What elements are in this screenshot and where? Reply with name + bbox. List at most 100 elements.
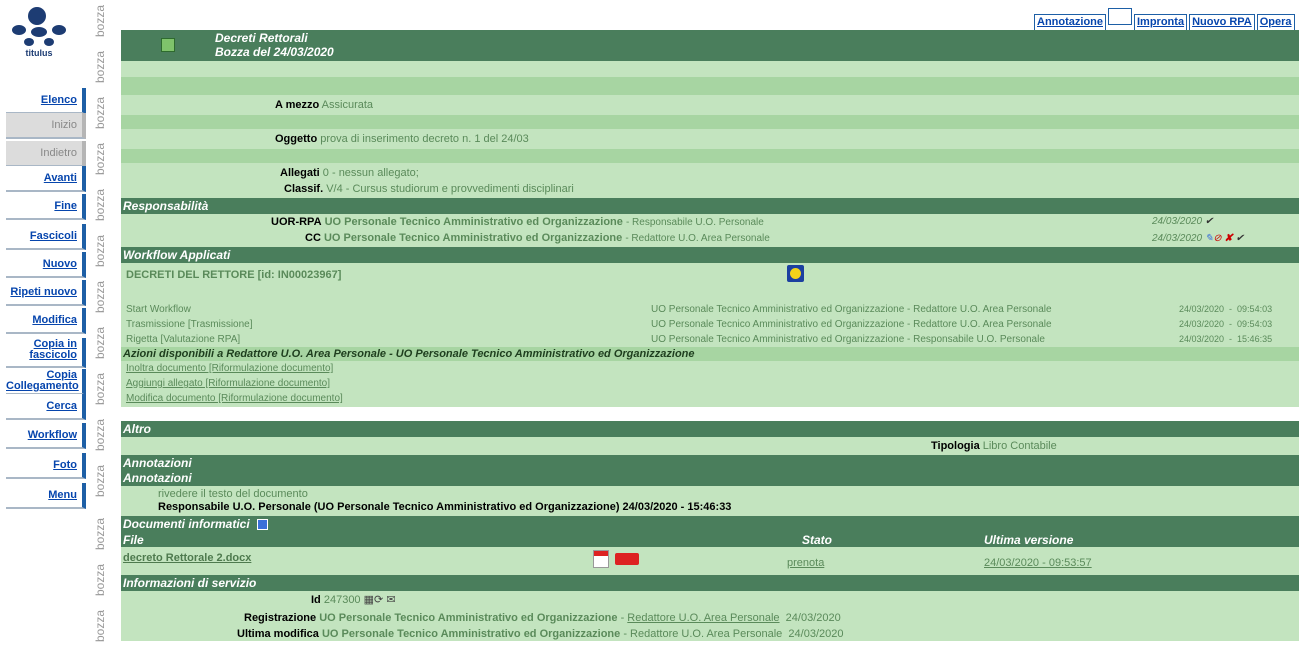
oggetto-label: Oggetto [275, 133, 318, 145]
documenti-header: Documenti informatici [121, 516, 1299, 533]
annotazione-author: Responsabile U.O. Personale (UO Personal… [158, 501, 732, 513]
step-time-text: 09:54:03 [1237, 304, 1273, 314]
documenti-title: Documenti informatici [123, 517, 250, 531]
step-name: Start Workflow [126, 304, 191, 315]
reg-role-link[interactable]: Redattore U.O. Area Personale [627, 612, 779, 624]
azione-link[interactable]: Aggiungi allegato [Riformulazione docume… [126, 376, 330, 391]
annotazioni-subheader: Annotazioni [121, 471, 1299, 486]
draft-watermark: bozza [93, 418, 107, 451]
nav-copia-collegamento[interactable]: Copia Collegamento [6, 369, 86, 395]
registrazione-row: Registrazione UO Personale Tecnico Ammin… [121, 609, 1299, 627]
date-text: 24/03/2020 [1152, 233, 1203, 244]
button-label: Annotazione [1037, 16, 1103, 28]
pdf-icon[interactable] [615, 553, 639, 565]
step-date-text: 24/03/2020 [1179, 304, 1225, 314]
azione-link[interactable]: Modifica documento [Riformulazione docum… [126, 391, 343, 406]
nav-label: Copia Collegamento [6, 369, 79, 392]
titulus-logo[interactable]: titulus [8, 6, 70, 66]
stato-link[interactable]: prenota [787, 557, 824, 569]
nav-fine[interactable]: Fine [6, 194, 86, 220]
nav-foto-originale[interactable]: Foto originale [6, 453, 86, 495]
nav-copia-in-fascicolo[interactable]: Copia in fascicolo [6, 338, 86, 368]
mod-role: - Redattore U.O. Area Personale [623, 628, 783, 640]
nav-elenco[interactable]: Elenco [6, 88, 86, 114]
history-icon[interactable]: ⟳ [374, 594, 383, 606]
nav-ripeti-nuovo[interactable]: Ripeti nuovo [6, 280, 86, 306]
document-type-icon [161, 38, 175, 52]
pen-icon[interactable]: ✎ [1205, 233, 1213, 244]
nav-label: Elenco [40, 94, 77, 106]
check-icon: ✔ [1204, 216, 1214, 227]
cc-label: CC [305, 232, 321, 244]
draft-watermark: bozza [93, 234, 107, 267]
step-date-text: 24/03/2020 [1179, 334, 1225, 344]
spacer-row [121, 77, 1299, 95]
nuovo-rpa-button[interactable]: Nuovo RPA [1189, 14, 1255, 31]
col-versione: Ultima versione [984, 533, 1074, 547]
nav-fascicoli[interactable]: Fascicoli [6, 224, 86, 250]
classif-label: Classif. [284, 183, 324, 195]
azioni-header: Azioni disponibili a Redattore U.O. Area… [121, 347, 1299, 361]
nav-label: Inizio [51, 119, 77, 131]
nav-cerca[interactable]: Cerca [6, 394, 86, 420]
id-value: 247300 [323, 594, 361, 606]
qr-icon[interactable]: ▦ [364, 594, 374, 606]
draft-watermark: bozza [93, 609, 107, 642]
draft-watermark: bozza [93, 50, 107, 83]
mail-icon[interactable]: ✉ [386, 594, 395, 606]
col-stato: Stato [802, 533, 832, 547]
azione-link[interactable]: Inoltra documento [Riformulazione docume… [126, 361, 333, 376]
responsabilita-date: 24/03/2020 ✔ [1152, 214, 1213, 230]
responsabilita-date: 24/03/2020 ✎⊘ ✘ ✔ [1152, 230, 1244, 247]
document-subtitle: Bozza del 24/03/2020 [215, 45, 334, 59]
oggetto-value: prova di inserimento decreto n. 1 del 24… [320, 133, 529, 145]
allegati-classif-row: Allegati 0 - nessun allegato; Classif. V… [121, 163, 1299, 198]
impronta-button[interactable]: Impronta [1134, 14, 1188, 31]
workflow-sun-icon[interactable] [787, 265, 804, 282]
annotazione-text: rivedere il testo del documento [158, 488, 308, 500]
nav-inizio: Inizio [6, 113, 86, 139]
file-link[interactable]: decreto Rettorale 2.docx [123, 552, 251, 564]
versione-link[interactable]: 24/03/2020 - 09:53:57 [984, 557, 1092, 569]
annotazione-button[interactable]: Annotazione [1034, 14, 1106, 31]
azione-row: Inoltra documento [Riformulazione docume… [121, 361, 1299, 376]
logo-icon [12, 7, 66, 46]
nav-modifica[interactable]: Modifica [6, 308, 86, 334]
step-date: 24/03/2020 - 09:54:03 [1179, 319, 1273, 329]
print-pdf-icon[interactable] [593, 550, 609, 568]
tipologia-label: Tipologia [931, 440, 980, 452]
nav-avanti[interactable]: Avanti [6, 166, 86, 192]
document-file-row: decreto Rettorale 2.docx prenota 24/03/2… [121, 547, 1299, 575]
remove-icon[interactable]: ✘ [1224, 233, 1232, 244]
button-label: Opera [1259, 16, 1292, 28]
oggetto-row: Oggetto prova di inserimento decreto n. … [121, 129, 1299, 149]
nav-nuovo[interactable]: Nuovo [6, 252, 86, 278]
draft-watermark: bozza [93, 142, 107, 175]
spacer-row [121, 149, 1299, 163]
role-name: - Redattore U.O. Area Personale [625, 233, 770, 244]
nav-menu[interactable]: Menu [6, 483, 86, 509]
save-icon[interactable] [257, 519, 269, 531]
opera-button[interactable]: Opera [1256, 14, 1295, 31]
allegati-label: Allegati [280, 167, 320, 179]
nav-label: Copia in fascicolo [29, 338, 77, 361]
check-icon[interactable]: ✔ [1236, 233, 1244, 244]
nav-label: Cerca [46, 400, 77, 412]
nav-label: Avanti [43, 172, 77, 184]
mezzo-label: A mezzo [275, 99, 320, 111]
nav-label: Ripeti nuovo [10, 286, 77, 298]
draft-watermark: bozza [93, 372, 107, 405]
step-date-text: 24/03/2020 [1179, 319, 1225, 329]
workflow-name-row: DECRETI DEL RETTORE [id: IN00023967] [121, 263, 1299, 288]
uor-rpa-label: UOR-RPA [271, 216, 322, 228]
mod-date: 24/03/2020 [788, 628, 844, 640]
workflow-step-row: Trasmissione [Trasmissione] UO Personale… [121, 317, 1299, 332]
step-date: 24/03/2020 - 15:46:35 [1179, 334, 1273, 344]
forbidden-icon[interactable]: ⊘ [1213, 233, 1221, 244]
section-gap [121, 407, 1299, 421]
spacer-row [121, 61, 1299, 77]
step-who: UO Personale Tecnico Amministrativo ed O… [651, 304, 1052, 315]
step-who: UO Personale Tecnico Amministrativo ed O… [651, 319, 1052, 330]
nav-label: Workflow [27, 429, 77, 441]
nav-workflow[interactable]: Workflow [6, 423, 86, 449]
